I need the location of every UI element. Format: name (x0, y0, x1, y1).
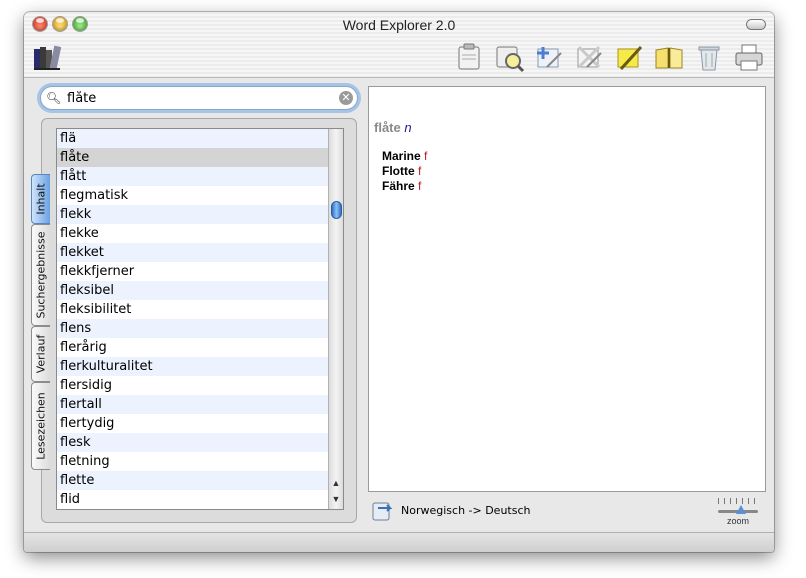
translation-item[interactable]: Marine f (382, 149, 427, 164)
list-item[interactable]: fleksibilitet (57, 300, 329, 319)
part-of-speech: n (404, 120, 412, 135)
scroll-down-arrow-icon[interactable]: ▼ (329, 492, 343, 506)
tab-lesezeichen[interactable]: Lesezeichen (31, 382, 50, 470)
translation-word: Flotte (382, 164, 415, 178)
clear-icon[interactable]: ✕ (339, 91, 353, 105)
magnifier-book-icon[interactable] (492, 40, 526, 74)
list-item[interactable]: flersidig (57, 376, 329, 395)
tab-suchergebnisse[interactable]: Suchergebnisse (31, 224, 50, 326)
headword-text: flåte (374, 120, 401, 135)
list-item[interactable]: flåte (57, 148, 329, 167)
list-item[interactable]: flått (57, 167, 329, 186)
list-item[interactable]: flä (57, 129, 329, 148)
translation-word: Marine (382, 149, 421, 163)
translation-gender: f (418, 164, 422, 178)
scroll-up-arrow-icon[interactable]: ▲ (329, 476, 343, 490)
word-list[interactable]: flä flåte flått flegmatisk flekk flekke flekke… (56, 128, 344, 510)
vertical-tabs: Inhalt Suchergebnisse Verlauf Lesezeiche… (31, 174, 51, 474)
remove-entry-icon[interactable] (572, 40, 606, 74)
list-item[interactable]: flekk (57, 205, 329, 224)
translation-item[interactable]: Fähre f (382, 179, 427, 194)
edit-note-icon[interactable] (612, 40, 646, 74)
zoom-label: zoom (726, 516, 749, 526)
search-input[interactable] (67, 90, 337, 106)
word-list-rows: flä flåte flått flegmatisk flekk flekke flekke… (57, 129, 343, 509)
entry-detail-pane: flåte n Marine f Flotte f Fähre f (368, 86, 766, 492)
list-item[interactable]: flertydig (57, 414, 329, 433)
printer-icon[interactable] (732, 40, 766, 74)
translation-word: Fähre (382, 179, 415, 193)
zoom-knob[interactable] (736, 505, 746, 514)
entry-headword: flåte n (374, 120, 412, 135)
list-item[interactable]: flekket (57, 243, 329, 262)
translation-item[interactable]: Flotte f (382, 164, 427, 179)
translations-list: Marine f Flotte f Fähre f (382, 149, 427, 194)
translation-gender: f (424, 149, 428, 163)
list-item[interactable]: flegmatisk (57, 186, 329, 205)
list-item[interactable]: flekkfjerner (57, 262, 329, 281)
translation-gender: f (418, 179, 422, 193)
books-icon[interactable] (30, 40, 64, 74)
list-item[interactable]: flekke (57, 224, 329, 243)
title-toolbar: Word Explorer 2.0 (24, 12, 774, 78)
tab-verlauf[interactable]: Verlauf (31, 326, 50, 382)
list-item[interactable]: flertall (57, 395, 329, 414)
tab-inhalt[interactable]: Inhalt (31, 174, 50, 224)
status-bar: Norwegisch -> Deutsch zoom (368, 496, 768, 526)
search-field[interactable]: 🔍︎ ✕ (40, 86, 358, 110)
window-title: Word Explorer 2.0 (342, 17, 456, 33)
app-window: Word Explorer 2.0 🔍︎ flåte ✕ Inhalt Such… (24, 12, 774, 552)
language-direction: Norwegisch -> Deutsch (401, 504, 531, 517)
list-item[interactable]: fletning (57, 452, 329, 471)
list-item[interactable]: flette (57, 471, 329, 490)
zoom-ticks (718, 498, 758, 504)
open-book-icon[interactable] (652, 40, 686, 74)
scrollbar[interactable]: ▲ ▼ (328, 129, 343, 509)
list-item[interactable]: fleksibel (57, 281, 329, 300)
dictionary-direction-icon[interactable] (370, 498, 396, 524)
list-item[interactable]: flerkulturalitet (57, 357, 329, 376)
list-item[interactable]: flens (57, 319, 329, 338)
list-item[interactable]: flid (57, 490, 329, 509)
trash-icon[interactable] (692, 40, 726, 74)
scrollbar-thumb[interactable] (331, 201, 342, 219)
search-icon[interactable]: 🔍︎ (46, 91, 61, 105)
clipboard-icon[interactable] (452, 40, 486, 74)
list-item[interactable]: flesk (57, 433, 329, 452)
toolbar-toggle-button[interactable] (746, 19, 766, 30)
window-footer (24, 532, 774, 552)
list-item[interactable]: flerårig (57, 338, 329, 357)
add-entry-icon[interactable] (532, 40, 566, 74)
zoom-slider[interactable]: zoom (716, 496, 760, 526)
